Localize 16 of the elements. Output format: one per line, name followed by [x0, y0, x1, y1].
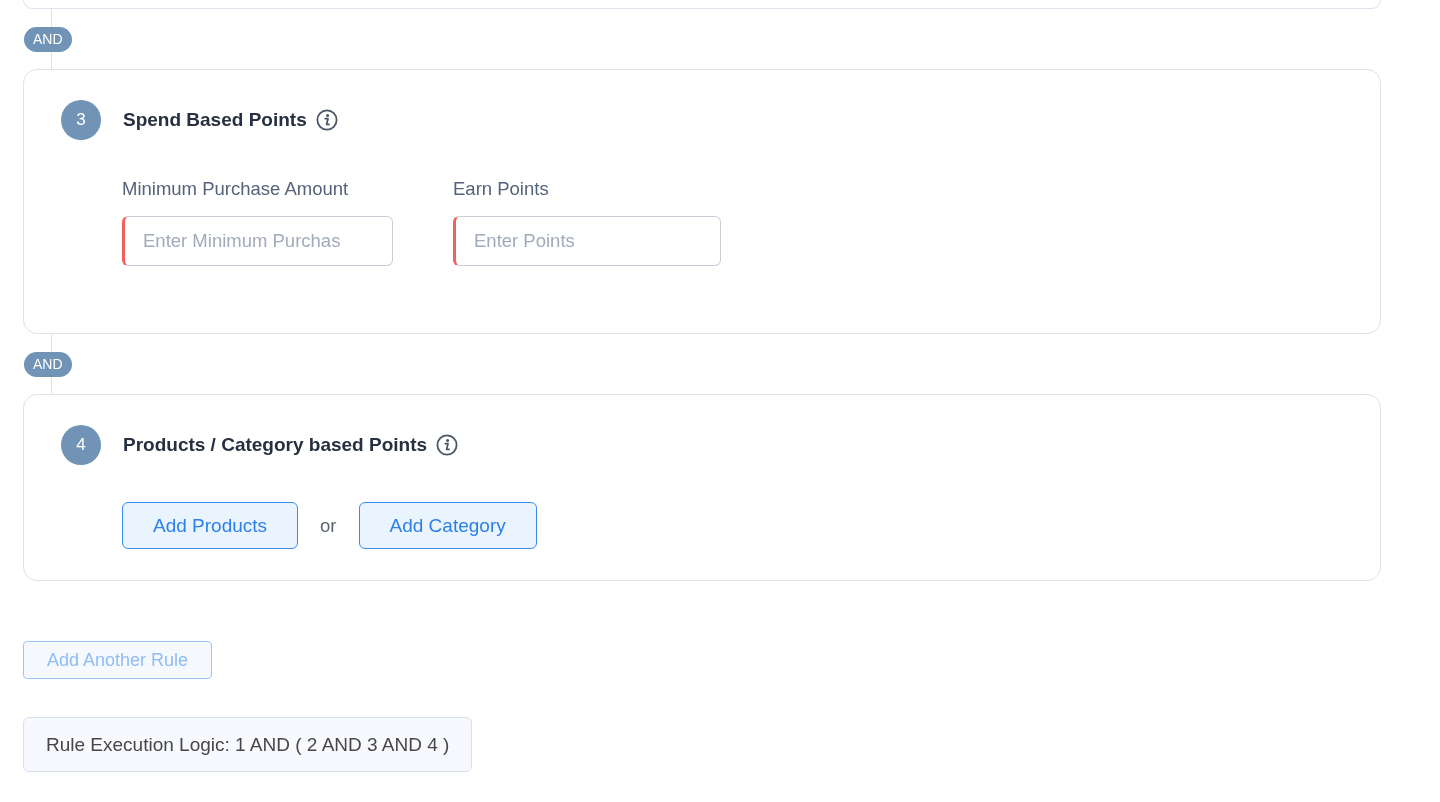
input-field[interactable]: Enter Points: [453, 216, 721, 266]
and-connector-badge: AND: [24, 351, 72, 377]
info-icon[interactable]: [436, 434, 459, 456]
rule-title: Products / Category based Points: [123, 434, 428, 456]
input-field[interactable]: Enter Minimum Purchas: [122, 216, 393, 266]
info-icon[interactable]: [315, 109, 338, 131]
or-separator: or: [320, 514, 337, 537]
add-button[interactable]: Add Category: [358, 502, 537, 549]
field-label: Minimum Purchase Amount: [122, 178, 350, 200]
rule-number-badge: 4: [61, 425, 101, 465]
and-connector-badge: AND: [24, 26, 72, 52]
add-button[interactable]: Add Products: [122, 502, 299, 549]
rule-execution-logic: Rule Execution Logic: 1 AND ( 2 AND 3 AND 4 ): [23, 717, 473, 772]
field-label: Earn Points: [453, 178, 550, 200]
rule-title: Spend Based Points: [123, 109, 307, 131]
rule-number-badge: 3: [61, 100, 101, 140]
